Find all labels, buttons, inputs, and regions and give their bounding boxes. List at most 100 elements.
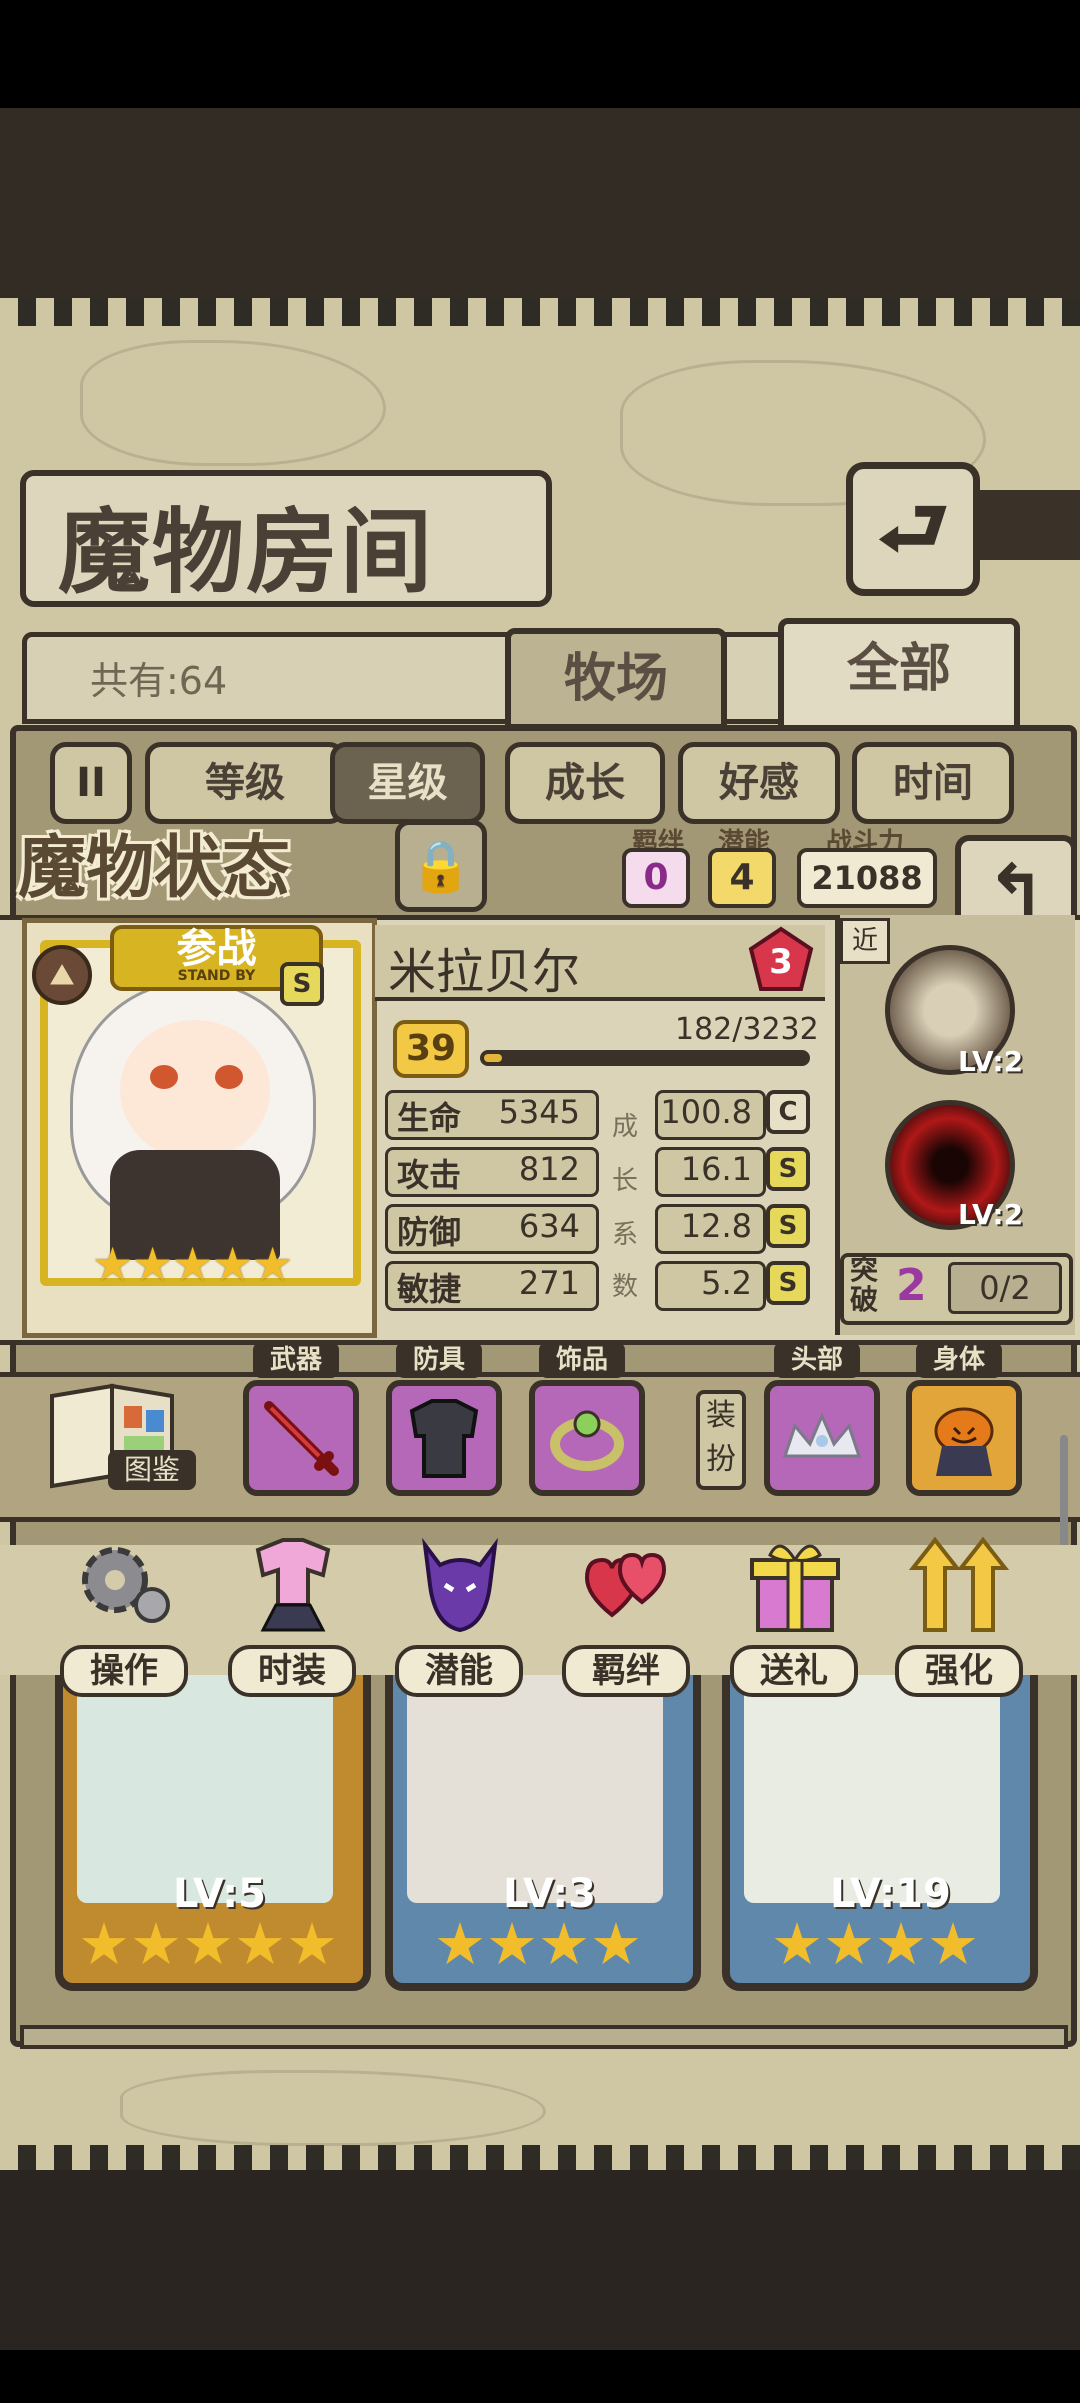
head-label: 头部 bbox=[774, 1342, 860, 1378]
growth-value: 12.8 bbox=[680, 1207, 752, 1245]
growth-value: 100.8 bbox=[660, 1093, 752, 1131]
upgrade-button[interactable]: 强化 bbox=[895, 1530, 1025, 1700]
back-arrow-icon: ⮐ bbox=[877, 482, 949, 575]
bottom-dark-band bbox=[0, 2170, 1080, 2350]
gift-button[interactable]: 送礼 bbox=[730, 1530, 860, 1700]
star-icon: ★ bbox=[92, 1237, 134, 1291]
demon-icon bbox=[422, 1537, 498, 1633]
rarity-stars: ★ ★ ★ ★ ★ bbox=[92, 1237, 294, 1295]
stat-value: 5345 bbox=[498, 1093, 580, 1131]
card-stars: ★★★★ bbox=[434, 1910, 642, 1978]
action-label: 送礼 bbox=[730, 1645, 858, 1697]
body-slot[interactable] bbox=[906, 1380, 1022, 1496]
growth-grade: C bbox=[766, 1090, 810, 1134]
skill-level: LV:2 bbox=[958, 1045, 1024, 1078]
star-icon: ★ bbox=[252, 1237, 294, 1291]
growth-label: 长 bbox=[612, 1166, 639, 1196]
sort-affection-button[interactable]: 好感 bbox=[678, 742, 840, 824]
breakthrough-label: 突破 bbox=[850, 1255, 878, 1315]
armor-icon bbox=[409, 1399, 479, 1478]
weapon-label: 武器 bbox=[253, 1342, 339, 1378]
card-stars: ★★★★★ bbox=[78, 1910, 338, 1978]
upgrade-arrows-icon bbox=[908, 1536, 1010, 1632]
stat-name: 攻击 bbox=[397, 1156, 462, 1194]
accessory-slot[interactable] bbox=[529, 1380, 645, 1496]
monster-eye bbox=[150, 1065, 178, 1089]
growth-label: 系 bbox=[612, 1220, 639, 1250]
action-label: 强化 bbox=[895, 1645, 1023, 1697]
potential-value: 4 bbox=[708, 848, 776, 908]
action-label: 羁绊 bbox=[562, 1645, 690, 1697]
dress-up-label-2: 扮 bbox=[706, 1442, 736, 1477]
action-label: 时装 bbox=[228, 1645, 356, 1697]
page-title: 魔物房间 bbox=[58, 498, 435, 606]
exp-bar bbox=[480, 1050, 810, 1066]
body-label: 身体 bbox=[916, 1342, 1002, 1378]
growth-label: 数 bbox=[612, 1272, 639, 1302]
rank-gem-value: 3 bbox=[769, 942, 793, 982]
breakthrough-label-1: 突 bbox=[850, 1253, 879, 1286]
level-badge: 39 bbox=[393, 1020, 469, 1078]
armor-slot[interactable] bbox=[386, 1380, 502, 1496]
star-icon: ★ bbox=[172, 1237, 214, 1291]
stat-name: 生命 bbox=[397, 1099, 462, 1137]
growth-grade: S bbox=[766, 1204, 810, 1248]
growth-label: 成 bbox=[612, 1112, 639, 1142]
armor-label: 防具 bbox=[396, 1342, 482, 1378]
stat-value: 271 bbox=[518, 1264, 580, 1302]
gear-icon bbox=[82, 1547, 170, 1623]
growth-grade: S bbox=[766, 1261, 810, 1305]
rank-gem-icon: 3 bbox=[748, 926, 814, 991]
monster-eye bbox=[215, 1065, 243, 1089]
star-icon: ★ bbox=[212, 1237, 254, 1291]
dress-up-label: 装扮 bbox=[696, 1390, 746, 1490]
sort-growth-button[interactable]: 成长 bbox=[505, 742, 665, 824]
role-icon: ⛰ bbox=[32, 945, 92, 1005]
bond-value: 0 bbox=[622, 848, 690, 908]
stat-value: 634 bbox=[518, 1207, 580, 1245]
parchment-edge-top bbox=[0, 298, 1080, 326]
lock-icon[interactable]: 🔒 bbox=[395, 820, 487, 912]
breakthrough-label-2: 破 bbox=[850, 1283, 879, 1316]
exp-bar-fill bbox=[484, 1054, 502, 1062]
accessory-label: 饰品 bbox=[539, 1342, 625, 1378]
card-stars: ★★★★ bbox=[771, 1910, 979, 1978]
growth-value: 5.2 bbox=[701, 1264, 752, 1302]
skill-level: LV:2 bbox=[958, 1198, 1024, 1231]
grade-badge: S bbox=[280, 962, 324, 1006]
dress-up-label-1: 装 bbox=[706, 1398, 736, 1433]
hearts-icon bbox=[584, 1552, 667, 1618]
parchment-edge-bottom bbox=[0, 2145, 1080, 2173]
weapon-slot[interactable] bbox=[243, 1380, 359, 1496]
breakthrough-progress: 0/2 bbox=[948, 1262, 1062, 1314]
sort-star-button[interactable]: 星级 bbox=[330, 742, 485, 824]
outfit-icon bbox=[255, 1538, 331, 1632]
gift-icon bbox=[750, 1544, 840, 1632]
ring-icon bbox=[550, 1410, 624, 1471]
sort-time-button[interactable]: 时间 bbox=[852, 742, 1014, 824]
potential-button[interactable]: 潜能 bbox=[395, 1530, 525, 1700]
operation-button[interactable]: 操作 bbox=[60, 1530, 190, 1700]
sword-icon bbox=[264, 1401, 339, 1476]
stat-name: 敏捷 bbox=[397, 1270, 462, 1308]
outfit-button[interactable]: 时装 bbox=[228, 1530, 358, 1700]
monster-name: 米拉贝尔 bbox=[388, 944, 581, 1000]
list-bottom-border bbox=[20, 2025, 1068, 2049]
action-label: 操作 bbox=[60, 1645, 188, 1697]
power-value: 21088 bbox=[797, 848, 937, 908]
stat-name: 防御 bbox=[397, 1213, 462, 1251]
tab-all[interactable]: 全部 bbox=[778, 618, 1020, 740]
action-label: 潜能 bbox=[395, 1645, 523, 1697]
tab-pasture[interactable]: 牧场 bbox=[505, 628, 727, 730]
growth-grade: S bbox=[766, 1147, 810, 1191]
head-slot[interactable] bbox=[764, 1380, 880, 1496]
tiara-icon bbox=[782, 1412, 862, 1458]
bond-button[interactable]: 羁绊 bbox=[562, 1530, 692, 1700]
standby-label: 参战 bbox=[176, 926, 257, 972]
monster-face bbox=[120, 1020, 270, 1160]
title-bar-edge bbox=[975, 490, 1080, 560]
exp-text: 182/3232 bbox=[675, 1012, 819, 1047]
status-title: 魔物状态 bbox=[18, 828, 291, 908]
breakthrough-value: 2 bbox=[896, 1260, 927, 1311]
stat-value: 812 bbox=[518, 1150, 580, 1188]
